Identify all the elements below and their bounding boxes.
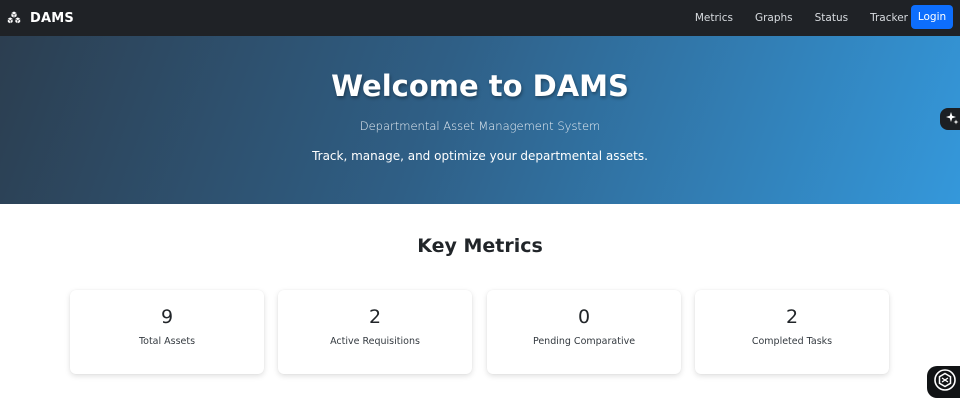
metric-label: Pending Comparative [532, 336, 636, 347]
chat-assistant-icon [933, 368, 957, 396]
nav-link-graphs[interactable]: Graphs [755, 12, 793, 24]
hero-banner: Welcome to DAMS Departmental Asset Manag… [0, 36, 960, 204]
nav-link-tracker[interactable]: Tracker [870, 12, 908, 24]
login-button[interactable]: Login [911, 5, 953, 29]
chat-assistant-button[interactable] [927, 366, 960, 398]
hero-tagline: Track, manage, and optimize your departm… [312, 149, 648, 163]
metric-value: 0 [577, 306, 591, 328]
nav-link-status[interactable]: Status [815, 12, 848, 24]
metric-card-total-assets: 9 Total Assets [70, 290, 264, 374]
cubes-icon [6, 10, 22, 26]
metric-value: 2 [785, 306, 799, 328]
nav-link-metrics[interactable]: Metrics [695, 12, 733, 24]
metric-label: Total Assets [138, 336, 196, 347]
metric-label: Completed Tasks [751, 336, 833, 347]
key-metrics-title: Key Metrics [417, 235, 543, 257]
metric-label: Active Requisitions [330, 336, 420, 347]
nav-links: Metrics Graphs Status Tracker [695, 0, 908, 36]
side-assistant-tab[interactable] [940, 108, 960, 130]
metric-card-pending-comparative: 0 Pending Comparative [487, 290, 681, 374]
hero-subtitle: Departmental Asset Management System [359, 119, 601, 133]
navbar: DAMS Metrics Graphs Status Tracker Login [0, 0, 960, 36]
brand[interactable]: DAMS [6, 10, 74, 26]
hero-title: Welcome to DAMS [331, 69, 629, 103]
brand-name: DAMS [30, 10, 74, 26]
metric-card-active-requisitions: 2 Active Requisitions [278, 290, 472, 374]
metric-value: 9 [160, 306, 174, 328]
metric-value: 2 [368, 306, 382, 328]
metric-card-completed-tasks: 2 Completed Tasks [695, 290, 889, 374]
sparkle-icon [945, 110, 959, 129]
